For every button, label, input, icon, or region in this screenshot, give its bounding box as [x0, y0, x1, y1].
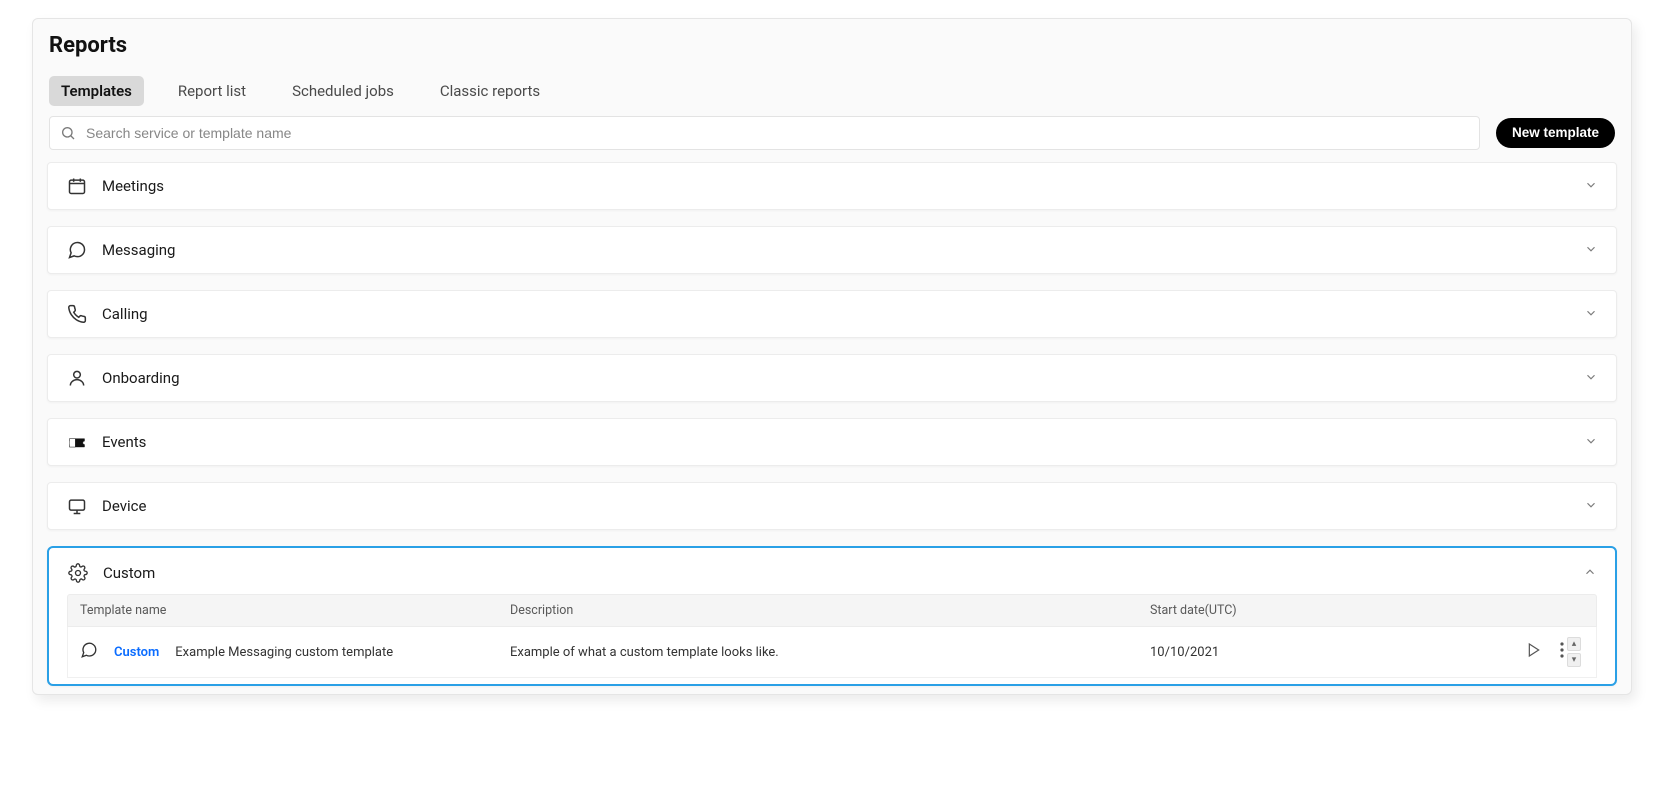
- chat-bubble-icon: [80, 641, 98, 663]
- section-header-events[interactable]: Events: [48, 419, 1616, 465]
- search-icon: [60, 125, 76, 141]
- calendar-icon: [66, 175, 88, 197]
- chevron-down-icon: [1584, 241, 1598, 260]
- custom-tag: Custom: [108, 644, 165, 661]
- template-start-date: 10/10/2021: [1150, 645, 1400, 660]
- section-events: Events: [47, 418, 1617, 466]
- section-header-onboarding[interactable]: Onboarding: [48, 355, 1616, 401]
- scroll-down-button[interactable]: ▾: [1567, 653, 1581, 667]
- section-messaging: Messaging: [47, 226, 1617, 274]
- chevron-down-icon: [1584, 369, 1598, 388]
- chat-bubble-icon: [66, 239, 88, 261]
- section-meetings: Meetings: [47, 162, 1617, 210]
- section-title: Meetings: [102, 177, 1584, 195]
- template-name-cell: Custom Example Messaging custom template: [80, 641, 510, 663]
- gear-icon: [67, 562, 89, 584]
- tabs: Templates Report list Scheduled jobs Cla…: [49, 76, 1615, 106]
- tab-scheduled-jobs[interactable]: Scheduled jobs: [280, 76, 406, 106]
- col-template-name: Template name: [80, 603, 510, 618]
- run-icon[interactable]: [1526, 642, 1542, 662]
- sections-list: Meetings Messaging: [33, 158, 1631, 686]
- section-custom: Custom Template name Description Start d…: [47, 546, 1617, 686]
- chevron-down-icon: [1584, 177, 1598, 196]
- section-header-calling[interactable]: Calling: [48, 291, 1616, 337]
- scroll-up-button[interactable]: ▴: [1567, 637, 1581, 651]
- section-header-messaging[interactable]: Messaging: [48, 227, 1616, 273]
- template-description: Example of what a custom template looks …: [510, 645, 1150, 660]
- section-onboarding: Onboarding: [47, 354, 1617, 402]
- section-calling: Calling: [47, 290, 1617, 338]
- section-title: Device: [102, 497, 1584, 515]
- chevron-down-icon: [1584, 433, 1598, 452]
- custom-templates-table: Template name Description Start date(UTC…: [67, 594, 1597, 678]
- scroll-indicator: ▴ ▾: [1564, 637, 1584, 667]
- section-device: Device: [47, 482, 1617, 530]
- new-template-button[interactable]: New template: [1496, 118, 1615, 148]
- page-title: Reports: [49, 33, 1615, 58]
- person-icon: [66, 367, 88, 389]
- panel-header: Reports Templates Report list Scheduled …: [33, 19, 1631, 110]
- section-title: Custom: [103, 564, 1583, 582]
- row-actions: [1400, 642, 1564, 662]
- tab-templates[interactable]: Templates: [49, 76, 144, 106]
- chevron-down-icon: [1584, 305, 1598, 324]
- section-title: Messaging: [102, 241, 1584, 259]
- table-header-row: Template name Description Start date(UTC…: [67, 594, 1597, 627]
- monitor-icon: [66, 495, 88, 517]
- section-title: Events: [102, 433, 1584, 451]
- reports-panel: Reports Templates Report list Scheduled …: [32, 18, 1632, 695]
- search-wrap[interactable]: [49, 116, 1480, 150]
- tab-report-list[interactable]: Report list: [166, 76, 258, 106]
- section-header-custom[interactable]: Custom: [49, 548, 1615, 594]
- ticket-icon: [66, 431, 88, 453]
- search-input[interactable]: [86, 125, 1469, 141]
- col-description: Description: [510, 603, 1150, 618]
- tab-classic-reports[interactable]: Classic reports: [428, 76, 552, 106]
- chevron-down-icon: [1584, 497, 1598, 516]
- col-start-date: Start date(UTC): [1150, 603, 1400, 618]
- template-name-text: Example Messaging custom template: [175, 645, 393, 660]
- chevron-up-icon: [1583, 564, 1597, 583]
- search-row: New template: [33, 110, 1631, 158]
- section-title: Onboarding: [102, 369, 1584, 387]
- section-header-meetings[interactable]: Meetings: [48, 163, 1616, 209]
- phone-icon: [66, 303, 88, 325]
- table-row[interactable]: Custom Example Messaging custom template…: [67, 627, 1597, 678]
- section-title: Calling: [102, 305, 1584, 323]
- section-header-device[interactable]: Device: [48, 483, 1616, 529]
